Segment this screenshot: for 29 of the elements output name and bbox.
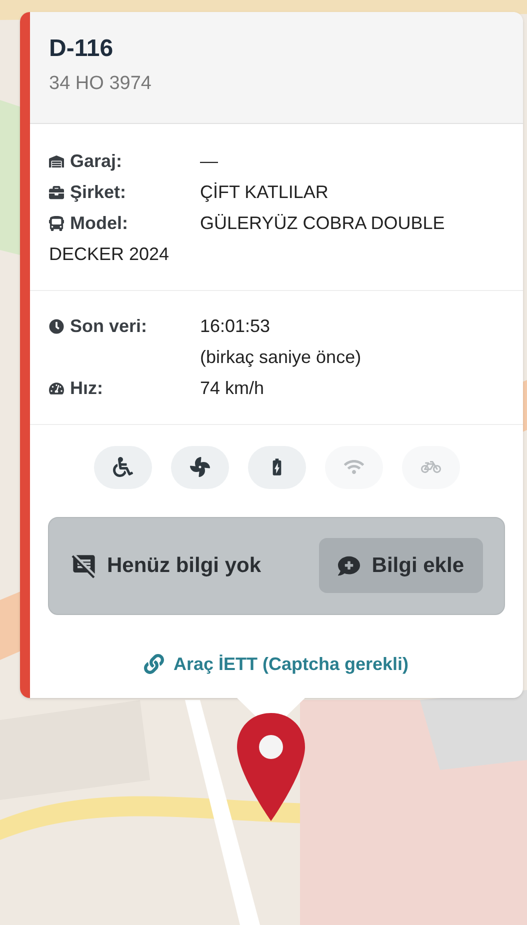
no-info-text: Henüz bilgi yok xyxy=(107,552,262,579)
bus-icon xyxy=(49,216,64,230)
comment-plus-icon xyxy=(338,554,360,576)
iett-link[interactable]: Araç İETT (Captcha gerekli) xyxy=(144,650,409,678)
vehicle-title: D-116 xyxy=(49,34,114,64)
plate-number: 34 HO 3974 xyxy=(49,72,152,96)
detail-value-continued: DECKER 2024 xyxy=(49,242,170,266)
status-value: 74 km/h xyxy=(200,376,264,400)
clock-icon xyxy=(49,318,64,334)
map-pin-icon xyxy=(234,710,306,822)
detail-label: Şirket: xyxy=(70,180,126,204)
status-label: Son veri: xyxy=(70,314,148,338)
add-info-button[interactable]: Bilgi ekle xyxy=(318,538,483,593)
detail-value: — xyxy=(200,150,218,172)
detail-value: GÜLERYÜZ COBRA DOUBLE xyxy=(200,212,445,234)
status-label: Hız: xyxy=(70,376,103,400)
fan-icon xyxy=(190,457,210,477)
detail-label: Model: xyxy=(70,212,128,234)
detail-value: ÇİFT KATLILAR xyxy=(200,180,328,204)
garage-icon xyxy=(49,154,64,168)
link-icon xyxy=(144,654,164,674)
detail-label: Garaj: xyxy=(70,150,122,173)
wheelchair-icon xyxy=(112,457,132,477)
status-note: (birkaç saniye önce) xyxy=(200,346,362,369)
gauge-icon xyxy=(49,380,64,396)
briefcase-icon xyxy=(49,184,64,200)
comment-off-icon xyxy=(71,552,97,578)
wifi-icon xyxy=(344,457,364,477)
status-value: 16:01:53 xyxy=(200,314,272,338)
